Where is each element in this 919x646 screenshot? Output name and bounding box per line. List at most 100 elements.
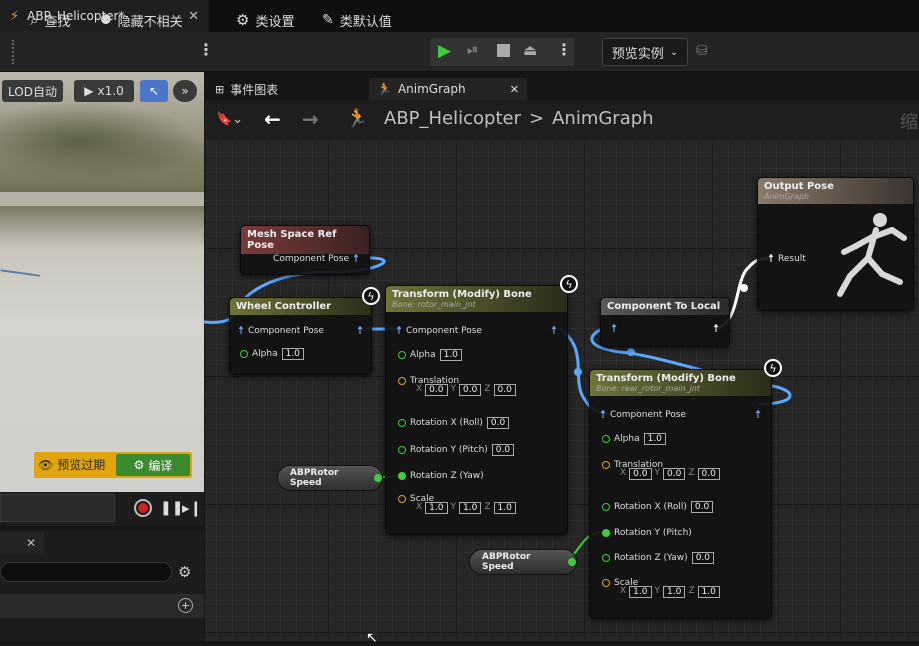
reroute-dot — [574, 368, 582, 376]
pin-pose-out[interactable]: ☨ — [755, 408, 761, 421]
scale-z-input[interactable]: 1.0 — [697, 586, 720, 598]
pin-translation[interactable]: Translation X 0.0 Y 0.0 Z 0.0 — [602, 460, 720, 480]
scale-y-input[interactable]: 1.0 — [663, 586, 686, 598]
node-title: Transform (Modify) Bone — [392, 289, 532, 300]
node-subtitle: Bone: rotor_main_jnt — [392, 300, 476, 309]
rotation-y-input[interactable]: 0.0 — [491, 444, 515, 456]
pin-label: Alpha — [252, 349, 278, 359]
scale-z-input[interactable]: 1.0 — [493, 502, 516, 514]
reroute-dot — [627, 348, 635, 356]
pose-pin-icon: ☨ — [755, 408, 761, 421]
x-label: X — [620, 586, 627, 596]
pin-component-pose-in[interactable]: ☨ Component Pose — [396, 324, 482, 337]
pin-label: Component Pose — [248, 325, 324, 336]
rotation-x-input[interactable]: 0.0 — [690, 501, 714, 513]
node-title: Component To Local — [601, 298, 729, 315]
alpha-input[interactable]: 1.0 — [439, 349, 462, 361]
pose-pin-icon: ☨ — [551, 324, 557, 337]
z-label: Z — [688, 468, 695, 478]
scale-x-input[interactable]: 1.0 — [425, 502, 448, 514]
translation-x-input[interactable]: 0.0 — [425, 384, 448, 396]
fast-path-icon: ϟ — [764, 359, 782, 377]
float-pin-icon — [398, 419, 406, 427]
alpha-input[interactable]: 1.0 — [643, 433, 666, 445]
rotation-z-input[interactable]: 0.0 — [691, 552, 715, 564]
node-component-to-local[interactable]: Component To Local ☨ ☨ — [600, 297, 730, 347]
rotation-x-input[interactable]: 0.0 — [486, 417, 510, 429]
pin-label: Result — [778, 253, 806, 264]
x-label: X — [416, 502, 423, 512]
y-label: Y — [450, 384, 457, 394]
node-title: Mesh Space Ref Pose — [241, 226, 369, 254]
translation-x-input[interactable]: 0.0 — [629, 468, 652, 480]
z-label: Z — [484, 502, 491, 512]
pin-rotation-y[interactable]: Rotation Y (Pitch) — [602, 528, 692, 538]
node-transform-bone-1[interactable]: Transform (Modify) Bone Bone: rotor_main… — [385, 285, 568, 535]
pin-scale[interactable]: Scale X 1.0 Y 1.0 Z 1.0 — [602, 578, 720, 598]
pin-rotation-y[interactable]: Rotation Y (Pitch) 0.0 — [398, 444, 515, 456]
local-pose-pin-icon: ☨ — [768, 252, 774, 265]
node-subtitle: AnimGraph — [764, 192, 810, 201]
float-pin-icon — [398, 351, 406, 359]
fast-path-icon: ϟ — [560, 275, 578, 293]
pin-label: Alpha — [410, 350, 436, 360]
node-header: Transform (Modify) Bone Bone: rear_rotor… — [590, 370, 771, 396]
y-label: Y — [654, 586, 661, 596]
float-pin-connected-icon[interactable] — [374, 474, 382, 482]
pin-rotation-z[interactable]: Rotation Z (Yaw) 0.0 — [602, 552, 715, 564]
node-title: Wheel Controller — [230, 298, 371, 315]
local-pose-pin-icon: ☨ — [713, 322, 719, 335]
mouse-cursor-icon: ↖ — [366, 630, 378, 646]
alpha-input[interactable]: 1.0 — [281, 348, 304, 360]
pin-translation[interactable]: Translation X 0.0 Y 0.0 Z 0.0 — [398, 376, 516, 396]
pin-label: Component Pose — [406, 325, 482, 336]
pin-label: Rotation X (Roll) — [410, 418, 483, 428]
scale-y-input[interactable]: 1.0 — [459, 502, 482, 514]
pin-component-pose[interactable]: Component Pose ☨ — [273, 252, 359, 265]
translation-y-input[interactable]: 0.0 — [459, 384, 482, 396]
pin-rotation-x[interactable]: Rotation X (Roll) 0.0 — [398, 417, 510, 429]
float-pin-connected-icon — [398, 472, 406, 480]
pin-pose-out[interactable]: ☨ — [357, 324, 363, 337]
float-pin-icon — [602, 503, 610, 511]
pin-label: Component Pose — [610, 409, 686, 420]
pin-component-pose-in[interactable]: ☨ Component Pose — [238, 324, 324, 337]
pin-pose-in[interactable]: ☨ — [611, 322, 617, 335]
pin-pose-out[interactable]: ☨ — [551, 324, 557, 337]
pin-label: Alpha — [614, 434, 640, 444]
y-label: Y — [450, 502, 457, 512]
node-get-rotor-speed-1[interactable]: ABPRotor Speed — [277, 465, 383, 491]
pin-alpha[interactable]: Alpha 1.0 — [240, 348, 304, 360]
float-pin-icon — [602, 554, 610, 562]
pin-label: Rotation Y (Pitch) — [614, 528, 692, 538]
translation-z-input[interactable]: 0.0 — [493, 384, 516, 396]
pin-alpha[interactable]: Alpha 1.0 — [398, 349, 462, 361]
pin-component-pose-in[interactable]: ☨ Component Pose — [600, 408, 686, 421]
node-wheel-controller[interactable]: Wheel Controller ☨ Component Pose ☨ Alph… — [229, 297, 372, 375]
pin-label: Component Pose — [273, 253, 349, 264]
node-output-pose[interactable]: Output Pose AnimGraph ☨ Result — [757, 177, 914, 311]
node-mesh-space-ref-pose[interactable]: Mesh Space Ref Pose Component Pose ☨ — [240, 225, 370, 275]
node-transform-bone-2[interactable]: Transform (Modify) Bone Bone: rear_rotor… — [589, 369, 772, 619]
pin-alpha[interactable]: Alpha 1.0 — [602, 433, 666, 445]
pin-rotation-x[interactable]: Rotation X (Roll) 0.0 — [602, 501, 714, 513]
x-label: X — [620, 468, 627, 478]
node-get-rotor-speed-2[interactable]: ABPRotor Speed — [469, 549, 577, 575]
translation-z-input[interactable]: 0.0 — [697, 468, 720, 480]
node-label: ABPRotor Speed — [290, 468, 339, 488]
translation-y-input[interactable]: 0.0 — [663, 468, 686, 480]
float-pin-connected-icon[interactable] — [568, 558, 576, 566]
fast-path-icon: ϟ — [362, 287, 380, 305]
pin-pose-out[interactable]: ☨ — [713, 322, 719, 335]
pin-label: Rotation Z (Yaw) — [410, 471, 484, 481]
scale-x-input[interactable]: 1.0 — [629, 586, 652, 598]
node-header: Output Pose AnimGraph — [758, 178, 913, 204]
y-label: Y — [654, 468, 661, 478]
pin-result[interactable]: ☨ Result — [768, 252, 806, 265]
pin-scale[interactable]: Scale X 1.0 Y 1.0 Z 1.0 — [398, 494, 516, 514]
pose-pin-icon: ☨ — [238, 324, 244, 337]
pin-rotation-z[interactable]: Rotation Z (Yaw) — [398, 471, 484, 481]
float-pin-icon — [602, 435, 610, 443]
pose-pin-icon: ☨ — [396, 324, 402, 337]
node-subtitle: Bone: rear_rotor_main_jnt — [596, 384, 700, 393]
